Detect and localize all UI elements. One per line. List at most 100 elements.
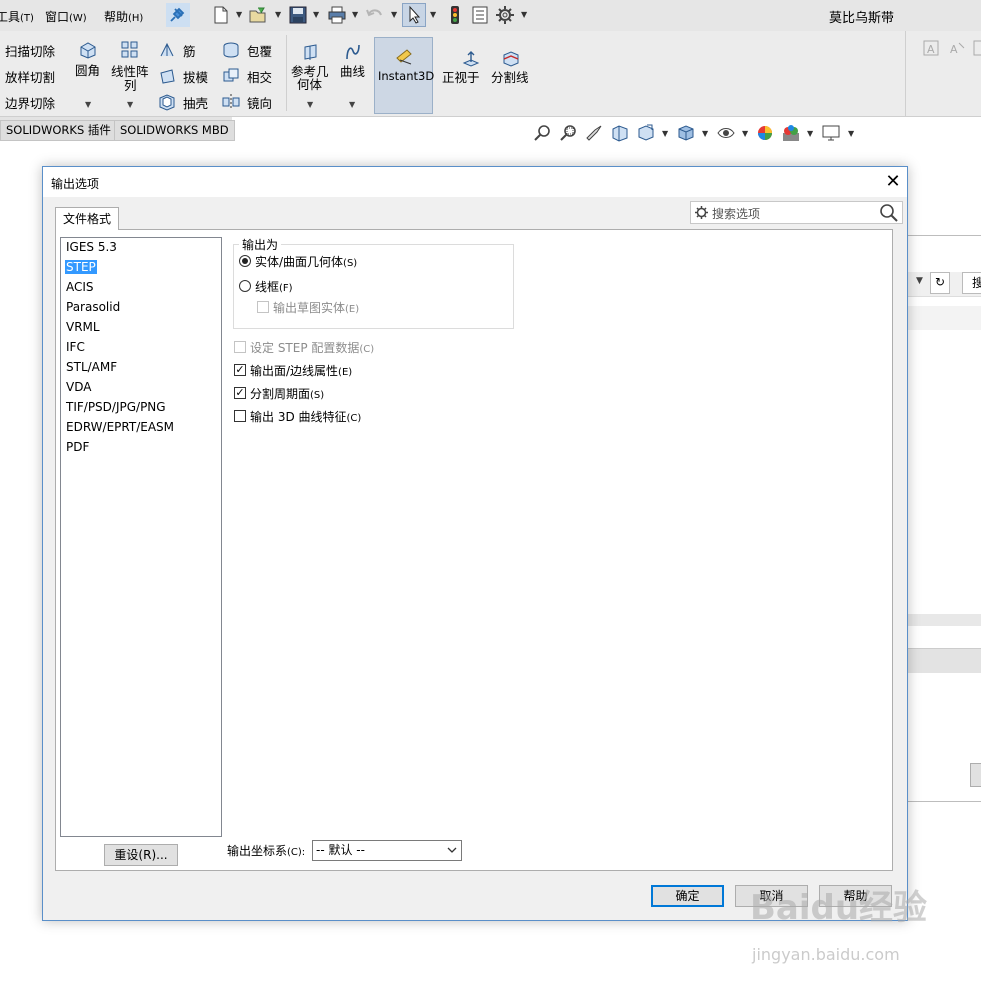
- list-item-acis[interactable]: ACIS: [66, 280, 94, 294]
- chevron-down-icon[interactable]: ▼: [275, 10, 281, 19]
- fillet-button[interactable]: 圆角: [75, 60, 100, 79]
- edit-appearance-icon[interactable]: [756, 124, 774, 142]
- list-item-image-formats[interactable]: TIF/PSD/JPG/PNG: [66, 400, 166, 414]
- view-settings-icon[interactable]: [822, 124, 840, 142]
- search-options-input[interactable]: 搜索选项: [690, 201, 903, 224]
- gear-icon[interactable]: [495, 5, 515, 25]
- checkbox-split-periodic-faces-label[interactable]: 分割周期面(S): [250, 385, 324, 402]
- chevron-down-icon[interactable]: ▼: [313, 10, 319, 19]
- mirror-button[interactable]: 镜向: [247, 93, 272, 112]
- file-format-list[interactable]: IGES 5.3 STEP ACIS Parasolid VRML IFC ST…: [60, 237, 222, 837]
- refresh-icon[interactable]: ↻: [930, 272, 950, 294]
- wrap-button[interactable]: 包覆: [247, 41, 272, 60]
- list-item-edrawings[interactable]: EDRW/EPRT/EASM: [66, 420, 174, 434]
- checkbox-face-edge-properties[interactable]: ✓: [234, 364, 246, 376]
- chevron-down-icon[interactable]: ▼: [521, 10, 527, 19]
- ok-button[interactable]: 确定: [651, 885, 724, 907]
- checkbox-export-sketch-entities[interactable]: [257, 301, 269, 313]
- chevron-down-icon[interactable]: ▼: [848, 129, 854, 138]
- list-item-vrml[interactable]: VRML: [66, 320, 100, 334]
- list-item-parasolid[interactable]: Parasolid: [66, 300, 120, 314]
- checkbox-export-sketch-entities-label: 输出草图实体(E): [273, 301, 360, 315]
- select-cursor-icon[interactable]: [402, 3, 426, 27]
- hide-show-items-icon[interactable]: [717, 124, 735, 142]
- list-item-ifc[interactable]: IFC: [66, 340, 85, 354]
- output-coordinate-system-select[interactable]: -- 默认 --: [312, 840, 462, 861]
- display-style-icon[interactable]: [677, 124, 695, 142]
- markup-icon[interactable]: [972, 39, 981, 57]
- chevron-down-icon[interactable]: ▼: [85, 100, 91, 109]
- menu-help[interactable]: 帮助(H): [104, 8, 143, 25]
- chevron-down-icon[interactable]: ▼: [430, 10, 436, 19]
- previous-view-icon[interactable]: [585, 124, 603, 142]
- zoom-to-fit-icon[interactable]: [533, 124, 551, 142]
- list-item-stl-amf[interactable]: STL/AMF: [66, 360, 117, 374]
- menu-tools[interactable]: 工具(T): [0, 8, 34, 25]
- traffic-light-icon[interactable]: [445, 5, 465, 25]
- chevron-down-icon[interactable]: ▼: [127, 100, 133, 109]
- section-view-icon[interactable]: [611, 124, 629, 142]
- chevron-down-icon[interactable]: ▼: [391, 10, 397, 19]
- new-document-icon[interactable]: [211, 5, 231, 25]
- sweep-cut-button[interactable]: 扫描切除: [5, 41, 55, 60]
- tab-solidworks-addins[interactable]: SOLIDWORKS 插件: [0, 120, 117, 141]
- apply-scene-icon[interactable]: [782, 124, 800, 142]
- ribbon-right-panel: A A: [905, 31, 981, 117]
- split-line-button[interactable]: 分割线: [491, 67, 529, 86]
- close-icon[interactable]: ✕: [881, 170, 905, 194]
- export-options-dialog: 输出选项 ✕ 搜索选项 文件格式 IGES 5.3 STEP ACIS Para…: [42, 166, 908, 921]
- zoom-to-area-icon[interactable]: [559, 124, 577, 142]
- list-item-iges[interactable]: IGES 5.3: [66, 240, 117, 254]
- shell-button[interactable]: 抽壳: [183, 93, 208, 112]
- chevron-down-icon[interactable]: ▼: [916, 276, 923, 286]
- checkbox-step-config[interactable]: [234, 341, 246, 353]
- panel-button[interactable]: [970, 763, 981, 787]
- note-icon[interactable]: A: [948, 39, 966, 57]
- curves-button[interactable]: 曲线: [340, 61, 365, 80]
- panel-splitter: [906, 614, 981, 626]
- chevron-down-icon[interactable]: ▼: [307, 100, 313, 109]
- print-icon[interactable]: [327, 5, 347, 25]
- instant3d-button[interactable]: Instant3D: [374, 37, 434, 114]
- checkbox-3d-curve-features-label[interactable]: 输出 3D 曲线特征(C): [250, 408, 361, 425]
- chevron-down-icon[interactable]: ▼: [807, 129, 813, 138]
- tab-solidworks-mbd[interactable]: SOLIDWORKS MBD: [114, 120, 235, 141]
- pin-icon[interactable]: [166, 3, 190, 27]
- radio-wireframe-label[interactable]: 线框(F): [255, 278, 293, 295]
- panel-search-button[interactable]: 搜: [962, 272, 981, 294]
- normal-to-icon: [462, 50, 480, 68]
- app-title: 莫比乌斯带: [829, 11, 895, 26]
- draft-button[interactable]: 拔模: [183, 67, 208, 86]
- radio-solid-surface[interactable]: [239, 255, 251, 267]
- chevron-down-icon[interactable]: ▼: [236, 10, 242, 19]
- list-item-step[interactable]: STEP: [65, 260, 97, 274]
- menu-window[interactable]: 窗口(W): [45, 8, 87, 25]
- intersect-button[interactable]: 相交: [247, 67, 272, 86]
- chevron-down-icon[interactable]: ▼: [349, 100, 355, 109]
- undo-icon[interactable]: [365, 5, 385, 25]
- chevron-down-icon[interactable]: ▼: [702, 129, 708, 138]
- radio-solid-surface-label[interactable]: 实体/曲面几何体(S): [255, 253, 357, 270]
- checkbox-3d-curve-features[interactable]: [234, 410, 246, 422]
- file-properties-icon[interactable]: [470, 5, 490, 25]
- open-folder-icon[interactable]: [248, 5, 268, 25]
- chevron-down-icon[interactable]: ▼: [662, 129, 668, 138]
- tab-file-format[interactable]: 文件格式: [55, 207, 120, 230]
- loft-cut-button[interactable]: 放样切割: [5, 67, 55, 86]
- list-item-pdf[interactable]: PDF: [66, 440, 89, 454]
- list-item-vda[interactable]: VDA: [66, 380, 91, 394]
- search-icon[interactable]: [879, 203, 899, 226]
- checkbox-face-edge-properties-label[interactable]: 输出面/边线属性(E): [250, 362, 352, 379]
- reset-button[interactable]: 重设(R)...: [104, 844, 178, 866]
- rib-button[interactable]: 筋: [183, 41, 196, 60]
- chevron-down-icon[interactable]: ▼: [742, 129, 748, 138]
- save-icon[interactable]: [288, 5, 308, 25]
- normal-to-button[interactable]: 正视于: [442, 67, 480, 86]
- mirror-icon: [222, 93, 240, 111]
- radio-wireframe[interactable]: [239, 280, 251, 292]
- chevron-down-icon[interactable]: ▼: [352, 10, 358, 19]
- annotation-icon[interactable]: A: [922, 39, 940, 57]
- checkbox-split-periodic-faces[interactable]: ✓: [234, 387, 246, 399]
- view-orientation-icon[interactable]: [637, 124, 655, 142]
- boundary-cut-button[interactable]: 边界切除: [5, 93, 55, 112]
